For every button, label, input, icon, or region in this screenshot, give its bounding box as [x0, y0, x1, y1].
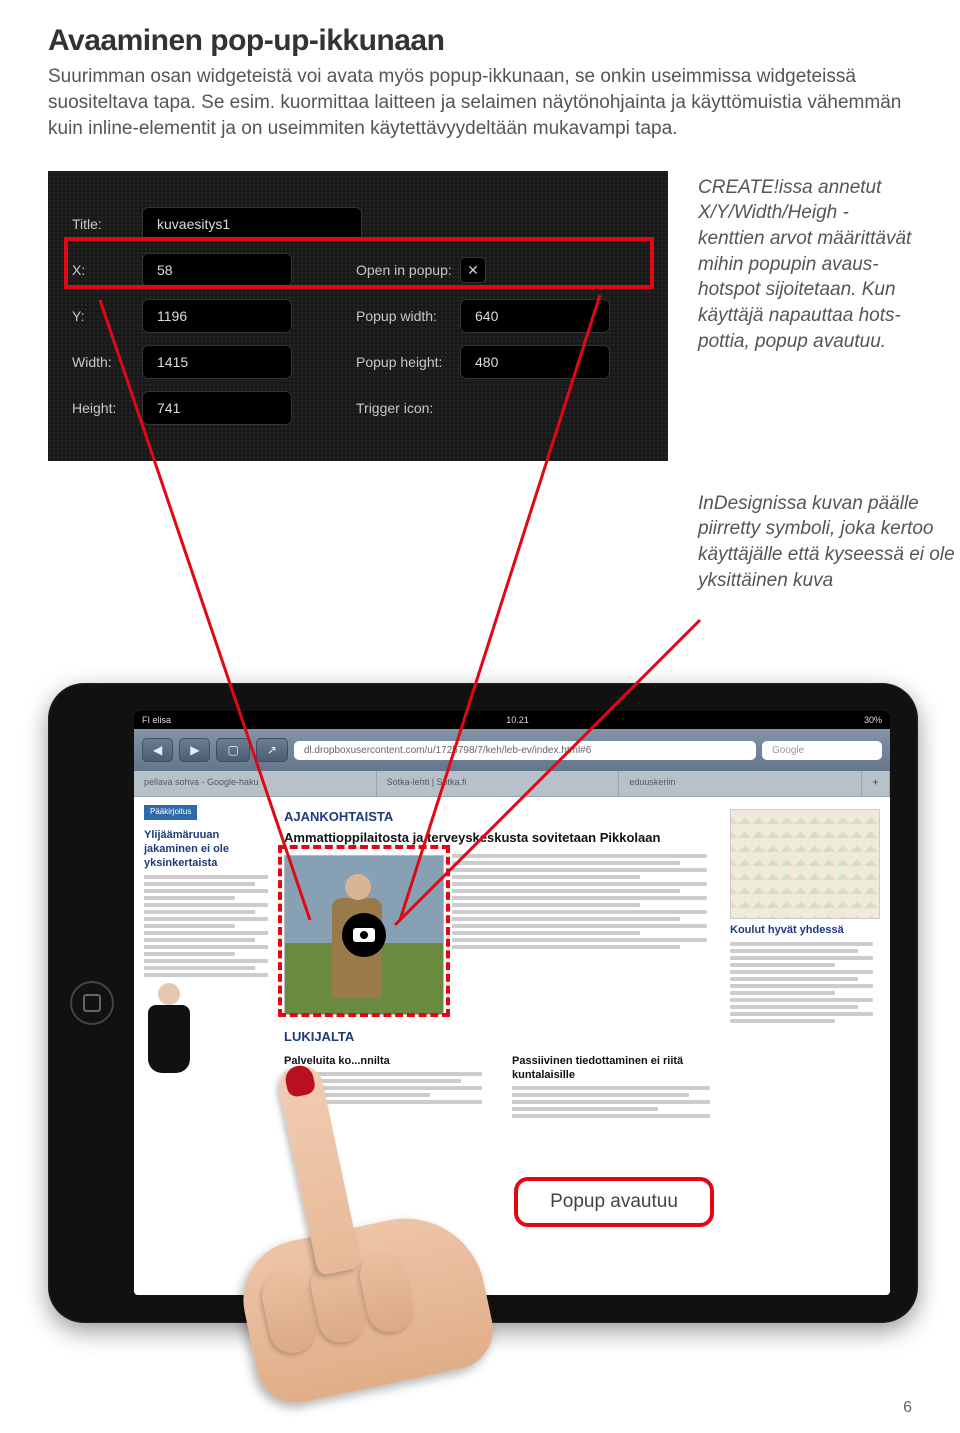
label-popup-height: Popup height: — [340, 345, 460, 379]
input-height[interactable]: 741 — [142, 391, 292, 425]
browser-tabs: pellava sohva - Google-haku Sotka-lehti … — [134, 771, 890, 797]
page-content: Pääkirjoitus Ylijäämäruuan jakaminen ei … — [134, 797, 890, 1295]
label-y: Y: — [72, 299, 142, 333]
page-title: Avaaminen pop-up-ikkunaan — [48, 24, 912, 58]
section-heading: AJANKOHTAISTA — [284, 809, 720, 826]
input-popup-width[interactable]: 640 — [460, 299, 610, 333]
tab-1[interactable]: pellava sohva - Google-haku — [134, 771, 377, 796]
map-image — [730, 809, 880, 919]
status-battery: 30% — [864, 715, 882, 725]
nav-back-button[interactable]: ◀ — [142, 738, 173, 762]
headline-right: Koulut hyvät yhdessä — [730, 923, 880, 937]
tag-editorial: Pääkirjoitus — [144, 805, 197, 819]
popup-callout: Popup avautuu — [514, 1177, 714, 1227]
input-width[interactable]: 1415 — [142, 345, 292, 379]
url-field[interactable]: dl.dropboxusercontent.com/u/1725798/7/ke… — [294, 741, 756, 760]
tab-2[interactable]: Sotka-lehti | Sotka.fi — [377, 771, 620, 796]
person-illustration — [144, 983, 194, 1093]
headline-main: Ammattioppilaitosta ja terveyskeskusta s… — [284, 830, 720, 847]
tab-3[interactable]: eduuskeriin — [619, 771, 862, 796]
search-field[interactable]: Google — [762, 741, 882, 760]
aside-text-1: CREATE!issa annetut X/Y/Width/Heigh -ken… — [698, 171, 912, 354]
label-title: Title: — [72, 207, 142, 241]
status-bar: FI elisa 10.21 30% — [134, 711, 890, 729]
input-y[interactable]: 1196 — [142, 299, 292, 333]
intro-text: Suurimman osan widgeteistä voi avata myö… — [48, 64, 912, 143]
status-time: 10.21 — [506, 715, 529, 725]
ipad-home-button[interactable] — [70, 981, 114, 1025]
create-panel: Title: kuvaesitys1 X: 58 Open in popup: … — [48, 171, 668, 461]
label-trigger-icon: Trigger icon: — [340, 391, 460, 425]
aside-text-2: InDesignissa kuvan päälle piirretty symb… — [698, 491, 958, 594]
input-x[interactable]: 58 — [142, 253, 292, 287]
nav-fwd-button[interactable]: ▶ — [179, 738, 210, 762]
input-title[interactable]: kuvaesitys1 — [142, 207, 362, 241]
status-carrier: FI elisa — [142, 715, 171, 725]
browser-toolbar: ◀ ▶ ▢ ↗ dl.dropboxusercontent.com/u/1725… — [134, 729, 890, 771]
bookmarks-icon[interactable]: ▢ — [216, 738, 249, 762]
section-heading-2: LUKIJALTA — [284, 1029, 720, 1046]
label-height: Height: — [72, 391, 142, 425]
tab-add[interactable]: + — [862, 771, 890, 796]
gallery-icon[interactable] — [342, 913, 386, 957]
headline-sec2b: Passiivinen tiedottaminen ei riitä kunta… — [512, 1054, 720, 1083]
label-x: X: — [72, 253, 142, 287]
share-icon[interactable]: ↗ — [256, 738, 288, 762]
input-popup-height[interactable]: 480 — [460, 345, 610, 379]
headline-left: Ylijäämäruuan jakaminen ei ole yksinkert… — [144, 828, 274, 871]
label-popup-width: Popup width: — [340, 299, 460, 333]
headline-sec2a: Palveluita ko...nnilta — [284, 1054, 492, 1068]
checkbox-open-popup[interactable]: ✕ — [460, 257, 486, 283]
page-number: 6 — [903, 1399, 912, 1417]
ipad-mockup: FI elisa 10.21 30% ◀ ▶ ▢ ↗ dl.dropboxuse… — [48, 683, 912, 1323]
label-width: Width: — [72, 345, 142, 379]
article-photo[interactable] — [284, 855, 444, 1015]
label-open-popup: Open in popup: — [340, 253, 460, 287]
